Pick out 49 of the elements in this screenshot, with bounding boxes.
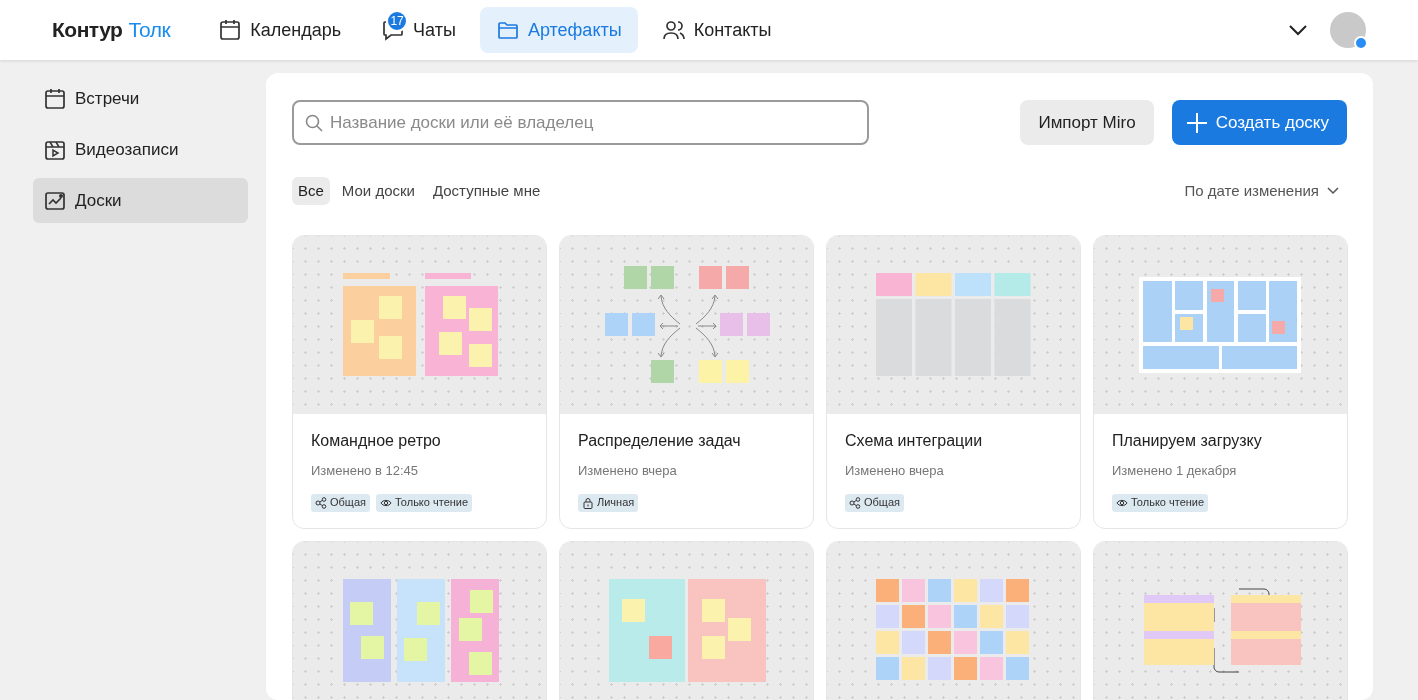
board-title: Распределение задач — [578, 431, 742, 451]
filter-tab[interactable]: Мои доски — [335, 177, 421, 205]
search-field[interactable]: Название доски или её владелец — [292, 100, 869, 145]
search-icon — [305, 114, 323, 132]
board-card[interactable]: Командное ретро Изменено в 12:45 Общая Только чтение — [292, 235, 547, 529]
sort-dropdown[interactable]: По дате изменения — [1184, 179, 1347, 203]
plus-icon — [1185, 111, 1208, 134]
modified-date: Изменено в 12:45 — [311, 462, 419, 480]
share-icon — [315, 496, 327, 509]
modified-date: Изменено 1 декабря — [1112, 462, 1238, 480]
unread-count-badge: 17 — [386, 10, 409, 32]
board-title: Схема интеграции — [845, 431, 984, 451]
share-icon — [849, 496, 861, 509]
lock-icon — [582, 496, 594, 509]
board-card[interactable] — [559, 540, 814, 700]
create-board-button[interactable]: Создать доску — [1171, 100, 1347, 145]
access-tag: Только чтение — [1112, 493, 1209, 512]
calendar-icon — [218, 18, 243, 42]
chevron-down-icon — [1327, 187, 1339, 195]
board-card[interactable]: Схема интеграции Изменено вчера Общая — [826, 235, 1081, 529]
board-card[interactable] — [292, 540, 547, 700]
people-icon — [661, 18, 686, 42]
import-button[interactable]: Импорт Miro — [1020, 100, 1154, 145]
board-title: Командное ретро — [311, 431, 442, 451]
avatar[interactable] — [1330, 12, 1366, 48]
logo-product: Толк — [128, 17, 171, 44]
sidebar-item[interactable]: Встречи — [33, 76, 248, 121]
modified-date: Изменено вчера — [845, 462, 945, 480]
access-tag: Общая — [311, 493, 370, 512]
modified-date: Изменено вчера — [578, 462, 678, 480]
filter-tab[interactable]: Все — [292, 177, 330, 205]
sidebar-item[interactable]: Доски — [33, 178, 248, 223]
board-card[interactable]: Планируем загрузку Изменено 1 декабря Только чтение — [1093, 235, 1348, 529]
filter-tab[interactable]: Доступные мне — [426, 177, 547, 205]
nav-tab[interactable]: Календарь — [202, 7, 358, 53]
chevron-down-icon[interactable] — [1288, 24, 1308, 36]
board-title: Планируем загрузку — [1112, 431, 1263, 451]
access-tag: Личная — [578, 493, 639, 512]
sidebar-item[interactable]: Видеозаписи — [33, 127, 248, 172]
calendar-icon — [43, 86, 67, 111]
access-tag: Только чтение — [376, 493, 473, 512]
nav-tab[interactable]: Артефакты — [479, 7, 638, 53]
nav-tab[interactable]: Контакты — [645, 7, 788, 53]
nav-tab[interactable]: 17 Чаты — [365, 7, 472, 53]
board-card[interactable]: Распределение задач Изменено вчера Личная — [559, 235, 814, 529]
board-card[interactable] — [826, 540, 1081, 700]
board-card[interactable] — [1093, 540, 1348, 700]
access-tag: Общая — [845, 493, 904, 512]
logo-brand: Контур — [52, 17, 123, 44]
